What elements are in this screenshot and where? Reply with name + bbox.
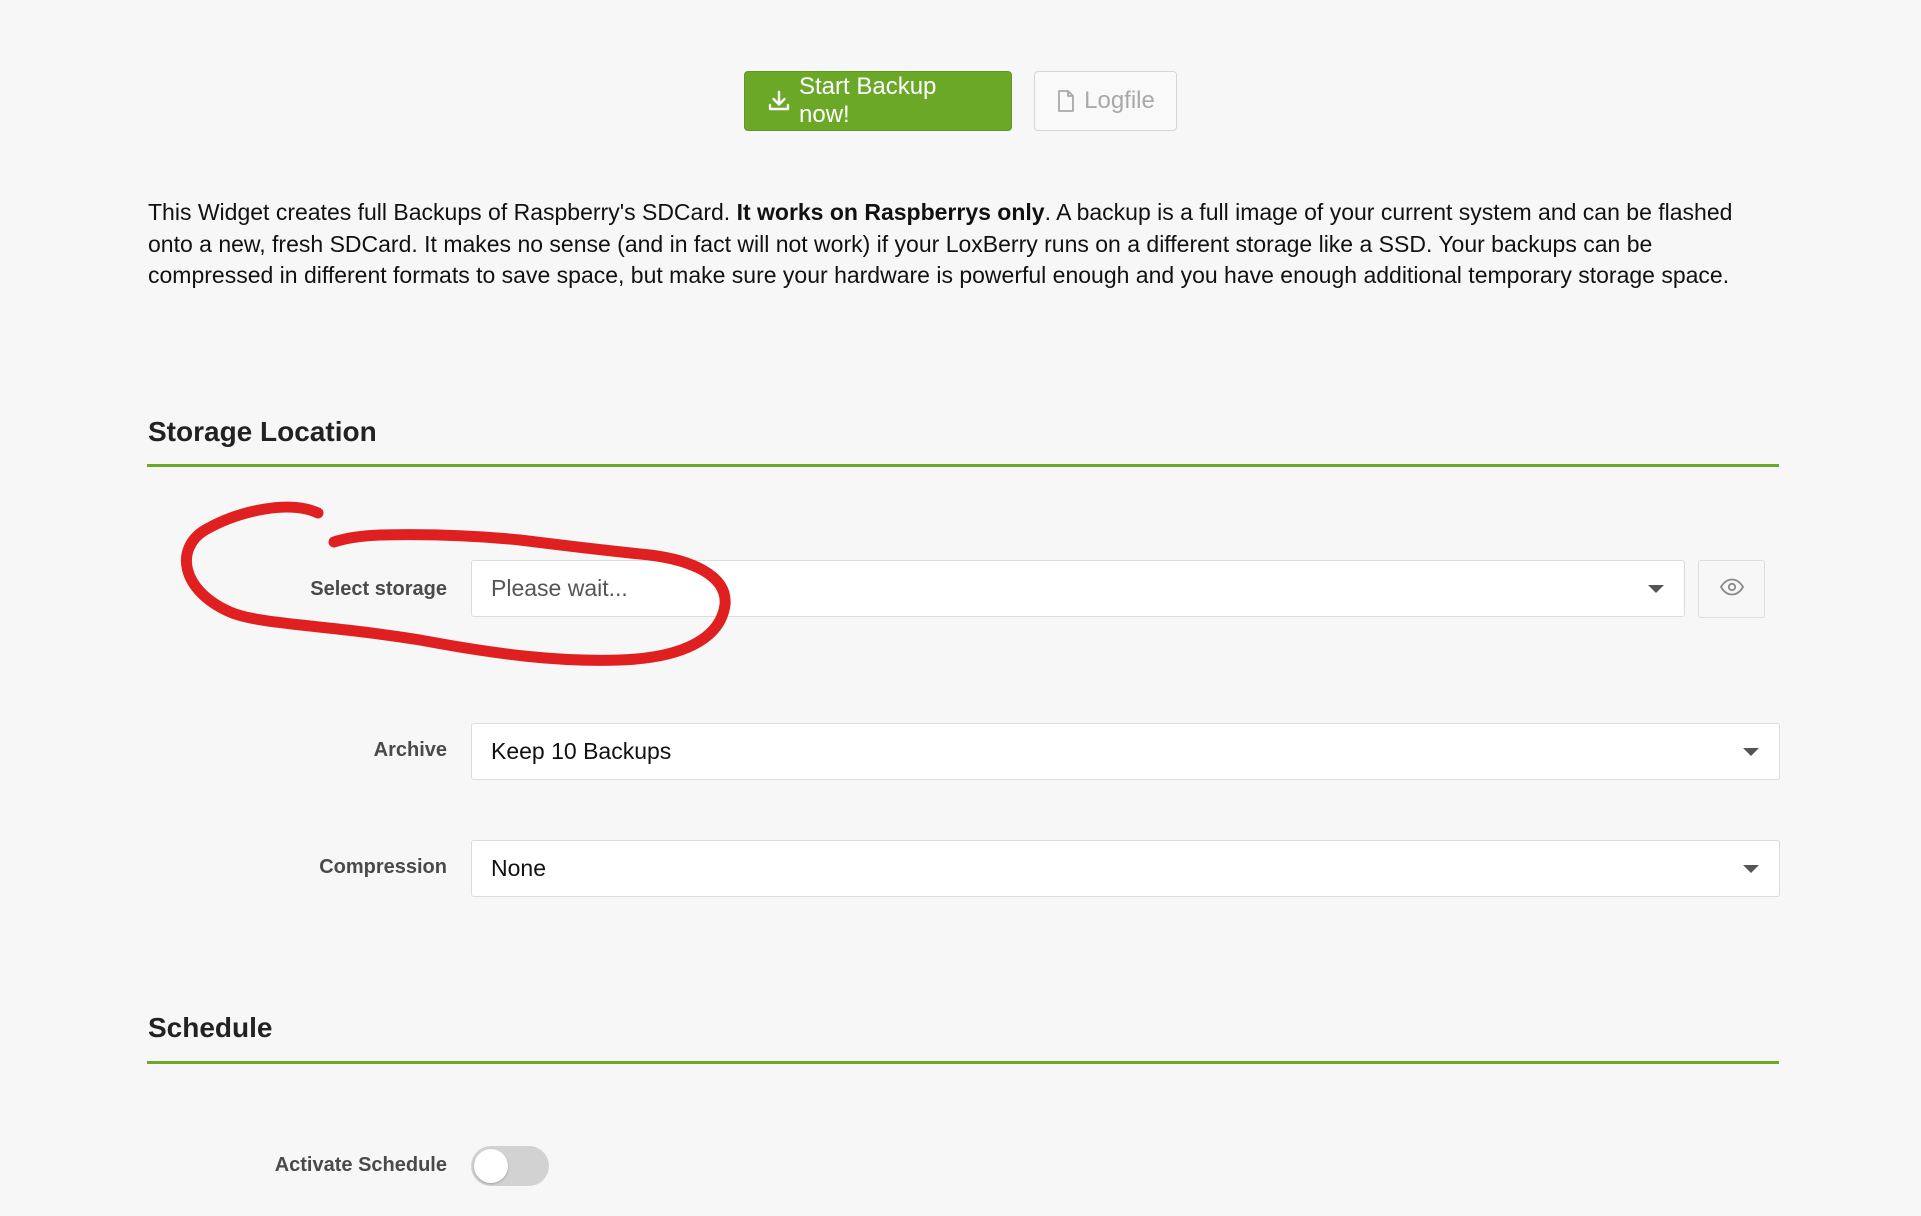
storage-location-divider [147,464,1779,467]
select-storage-label: Select storage [310,578,447,600]
select-storage-dropdown[interactable]: Please wait... [471,560,1685,617]
widget-description: This Widget creates full Backups of Rasp… [148,197,1780,292]
schedule-title: Schedule [148,1012,273,1043]
start-backup-button[interactable]: Start Backup now! [744,71,1012,131]
logfile-button[interactable]: Logfile [1034,71,1177,131]
compression-value: None [491,855,546,881]
select-storage-value: Please wait... [491,575,628,601]
eye-icon [1719,578,1744,601]
archive-label: Archive [373,739,447,761]
storage-location-title: Storage Location [148,416,377,447]
archive-dropdown[interactable]: Keep 10 Backups [471,723,1780,780]
compression-label: Compression [319,856,447,878]
logfile-label: Logfile [1084,87,1155,114]
page: Start Backup now! Logfile This Widget cr… [0,0,1921,1216]
chevron-down-icon [1743,864,1759,873]
archive-value: Keep 10 Backups [491,738,672,764]
activate-schedule-label: Activate Schedule [274,1154,447,1176]
toggle-knob [474,1149,508,1183]
download-icon [767,89,791,113]
chevron-down-icon [1743,747,1759,756]
show-storage-button[interactable] [1698,560,1765,618]
chevron-down-icon [1648,584,1664,593]
description-text-1: This Widget creates full Backups of Rasp… [148,199,737,225]
top-toolbar: Start Backup now! Logfile [0,71,1921,131]
activate-schedule-toggle[interactable] [471,1146,549,1186]
start-backup-label: Start Backup now! [799,73,937,128]
compression-dropdown[interactable]: None [471,840,1780,897]
file-icon [1056,89,1076,113]
schedule-divider [147,1061,1779,1064]
description-bold: It works on Raspberrys only [736,199,1045,225]
